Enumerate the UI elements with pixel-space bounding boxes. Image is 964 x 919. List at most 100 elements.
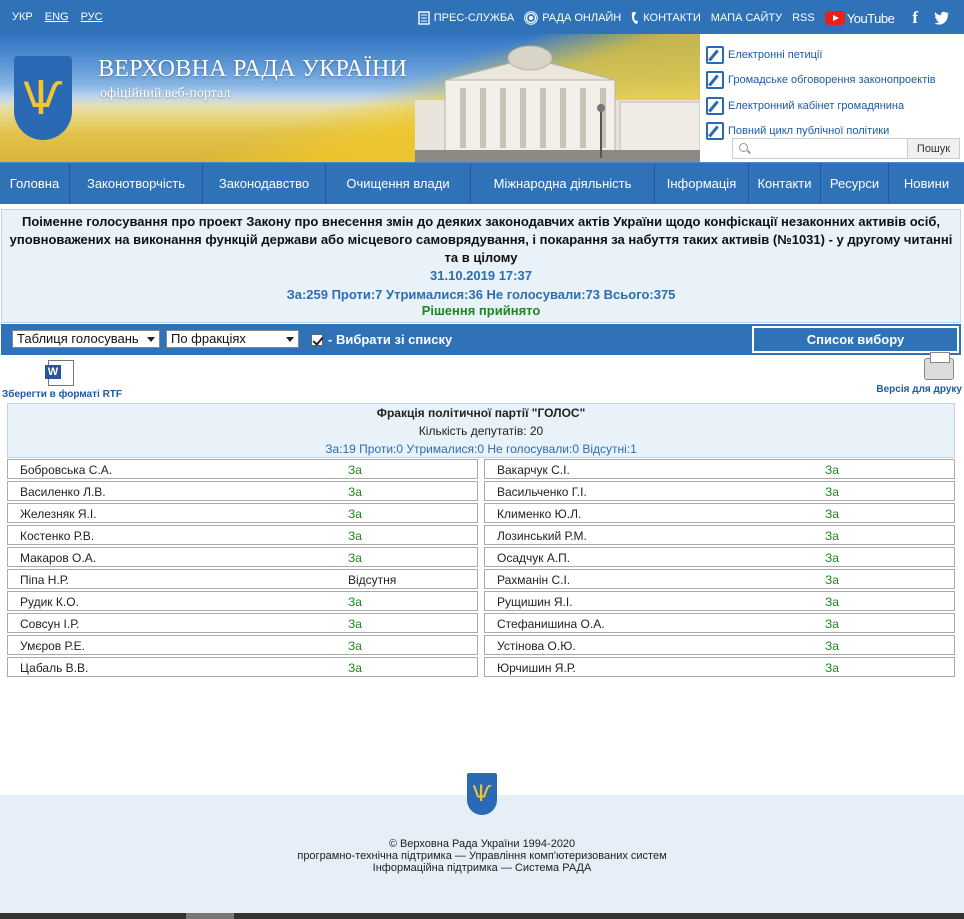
deputy-name: Юрчишин Я.Р.: [497, 661, 576, 675]
search-input[interactable]: [732, 138, 908, 159]
sitemap-link[interactable]: МАПА САЙТУ: [711, 12, 782, 24]
e-petitions-label: Електронні петиції: [728, 48, 823, 61]
chevron-down-icon: [147, 337, 155, 342]
nav-lustration[interactable]: Очищення влади: [326, 163, 471, 203]
deputy-vote: За: [348, 661, 362, 675]
header-banner: Ѱ ВЕРХОВНА РАДА УКРАЇНИ офіційний веб-по…: [0, 34, 964, 162]
deputy-vote: За: [825, 573, 839, 587]
citizen-cabinet-link[interactable]: Електронний кабінет громадянина: [706, 93, 961, 118]
youtube-label: YouTube: [846, 10, 895, 26]
deputy-vote: За: [348, 639, 362, 653]
deputy-vote: За: [825, 485, 839, 499]
header-side-links: Електронні петиції Громадське обговоренн…: [706, 42, 961, 143]
nav-resources[interactable]: Ресурси: [821, 163, 889, 203]
youtube-link[interactable]: YouTube: [824, 10, 895, 26]
grouping-select[interactable]: По фракціях: [166, 330, 299, 348]
nav-information[interactable]: Інформація: [655, 163, 749, 203]
table-row: Рахманін С.І. За: [484, 569, 955, 589]
deputy-vote: За: [825, 595, 839, 609]
deputy-name: Вакарчук С.І.: [497, 463, 570, 477]
lang-eng[interactable]: ENG: [45, 11, 69, 23]
policy-cycle-label: Повний цикл публічної політики: [728, 124, 890, 137]
deputy-name: Рущишин Я.І.: [497, 595, 573, 609]
contacts-top-label: КОНТАКТИ: [643, 12, 701, 24]
nav-news[interactable]: Новини: [889, 163, 964, 203]
search-button[interactable]: Пошук: [908, 138, 960, 159]
horizontal-scrollbar[interactable]: [0, 913, 964, 919]
vote-question: Поіменне голосування про проект Закону п…: [9, 214, 953, 265]
public-discussion-link[interactable]: Громадське обговорення законопроектів: [706, 67, 961, 92]
word-document-icon: W: [45, 360, 74, 386]
contacts-top-link[interactable]: КОНТАКТИ: [631, 11, 701, 25]
deputy-name: Осадчук А.П.: [497, 551, 571, 565]
table-row: Клименко Ю.Л. За: [484, 503, 955, 523]
nav-lawmaking[interactable]: Законотворчість: [70, 163, 203, 203]
deputy-vote: За: [348, 529, 362, 543]
citizen-cabinet-label: Електронний кабінет громадянина: [728, 99, 905, 112]
faction-panel: Фракція політичної партії "ГОЛОС" Кількі…: [7, 403, 955, 458]
nav-international[interactable]: Міжнародна діяльність: [471, 163, 655, 203]
footer-coat-of-arms-icon: Ѱ: [467, 773, 497, 815]
site-title[interactable]: ВЕРХОВНА РАДА УКРАЇНИ: [98, 56, 407, 83]
scrollbar-thumb[interactable]: [186, 913, 234, 919]
facebook-icon[interactable]: f: [912, 8, 918, 28]
select-from-list-toggle[interactable]: - Вибрати зі списку: [311, 332, 452, 347]
nav-legislation[interactable]: Законодавство: [203, 163, 326, 203]
deputy-vote: За: [348, 551, 362, 565]
deputy-name: Василенко Л.В.: [20, 485, 106, 499]
table-row: Василенко Л.В. За: [7, 481, 478, 501]
deputy-vote: За: [348, 595, 362, 609]
e-petitions-link[interactable]: Електронні петиції: [706, 42, 961, 67]
deputy-name: Умєров Р.Е.: [20, 639, 85, 653]
deputy-vote: Відсутня: [348, 573, 397, 587]
deputy-name: Костенко Р.В.: [20, 529, 95, 543]
chevron-down-icon: [286, 337, 294, 342]
print-version-link[interactable]: Версія для друку: [866, 352, 962, 395]
deputy-name: Лозинський Р.М.: [497, 529, 587, 543]
table-row: Железняк Я.І. За: [7, 503, 478, 523]
deputy-vote: За: [348, 507, 362, 521]
nav-contacts[interactable]: Контакти: [749, 163, 821, 203]
deputy-name: Піпа Н.Р.: [20, 573, 69, 587]
deputy-name: Васильченко Г.І.: [497, 485, 587, 499]
broadcast-icon: [524, 11, 539, 25]
rada-online-label: РАДА ОНЛАЙН: [542, 12, 622, 24]
deputy-name: Совсун І.Р.: [20, 617, 80, 631]
top-links: ПРЕС-СЛУЖБА РАДА ОНЛАЙН КОНТАКТИ МАПА СА…: [418, 8, 950, 28]
table-row: Устінова О.Ю. За: [484, 635, 955, 655]
table-row: Рудик К.О. За: [7, 591, 478, 611]
deputy-name: Железняк Я.І.: [20, 507, 97, 521]
site-subtitle: офіційний веб-портал: [100, 86, 231, 101]
public-discussion-label: Громадське обговорення законопроектів: [728, 73, 936, 86]
press-service-link[interactable]: ПРЕС-СЛУЖБА: [418, 11, 514, 25]
deputy-name: Бобровська С.А.: [20, 463, 113, 477]
deputy-name: Макаров О.А.: [20, 551, 97, 565]
lang-ukr[interactable]: УКР: [12, 11, 33, 23]
deputy-vote: За: [825, 639, 839, 653]
rss-link[interactable]: RSS: [792, 12, 815, 24]
table-row: Совсун І.Р. За: [7, 613, 478, 633]
select-from-list-label: - Вибрати зі списку: [328, 332, 453, 347]
nav-home[interactable]: Головна: [0, 163, 70, 203]
table-row: Васильченко Г.І. За: [484, 481, 955, 501]
table-row: Піпа Н.Р. Відсутня: [7, 569, 478, 589]
table-row: Костенко Р.В. За: [7, 525, 478, 545]
deputy-name: Клименко Ю.Л.: [497, 507, 582, 521]
select-from-list-checkbox[interactable]: [311, 333, 323, 346]
coat-of-arms-logo[interactable]: Ѱ: [14, 56, 72, 140]
vote-controls-bar: Таблиця голосувань По фракціях - Вибрати…: [1, 324, 961, 355]
selection-list-button[interactable]: Список вибору: [752, 326, 959, 353]
deputy-name: Стефанишина О.А.: [497, 617, 605, 631]
view-type-select[interactable]: Таблиця голосувань: [12, 330, 160, 348]
lang-rus[interactable]: РУС: [81, 11, 103, 23]
save-rtf-link[interactable]: W Зберегти в форматі RTF: [2, 360, 132, 400]
deputy-name: Рудик К.О.: [20, 595, 79, 609]
table-row: Бобровська С.А. За: [7, 459, 478, 479]
vote-decision: Рішення прийнято: [421, 303, 541, 318]
edit-icon: [706, 96, 724, 115]
twitter-icon[interactable]: [934, 11, 950, 25]
table-row: Цабаль В.В. За: [7, 657, 478, 677]
press-service-label: ПРЕС-СЛУЖБА: [433, 12, 515, 24]
rada-online-link[interactable]: РАДА ОНЛАЙН: [524, 11, 621, 25]
youtube-icon: [824, 11, 845, 25]
